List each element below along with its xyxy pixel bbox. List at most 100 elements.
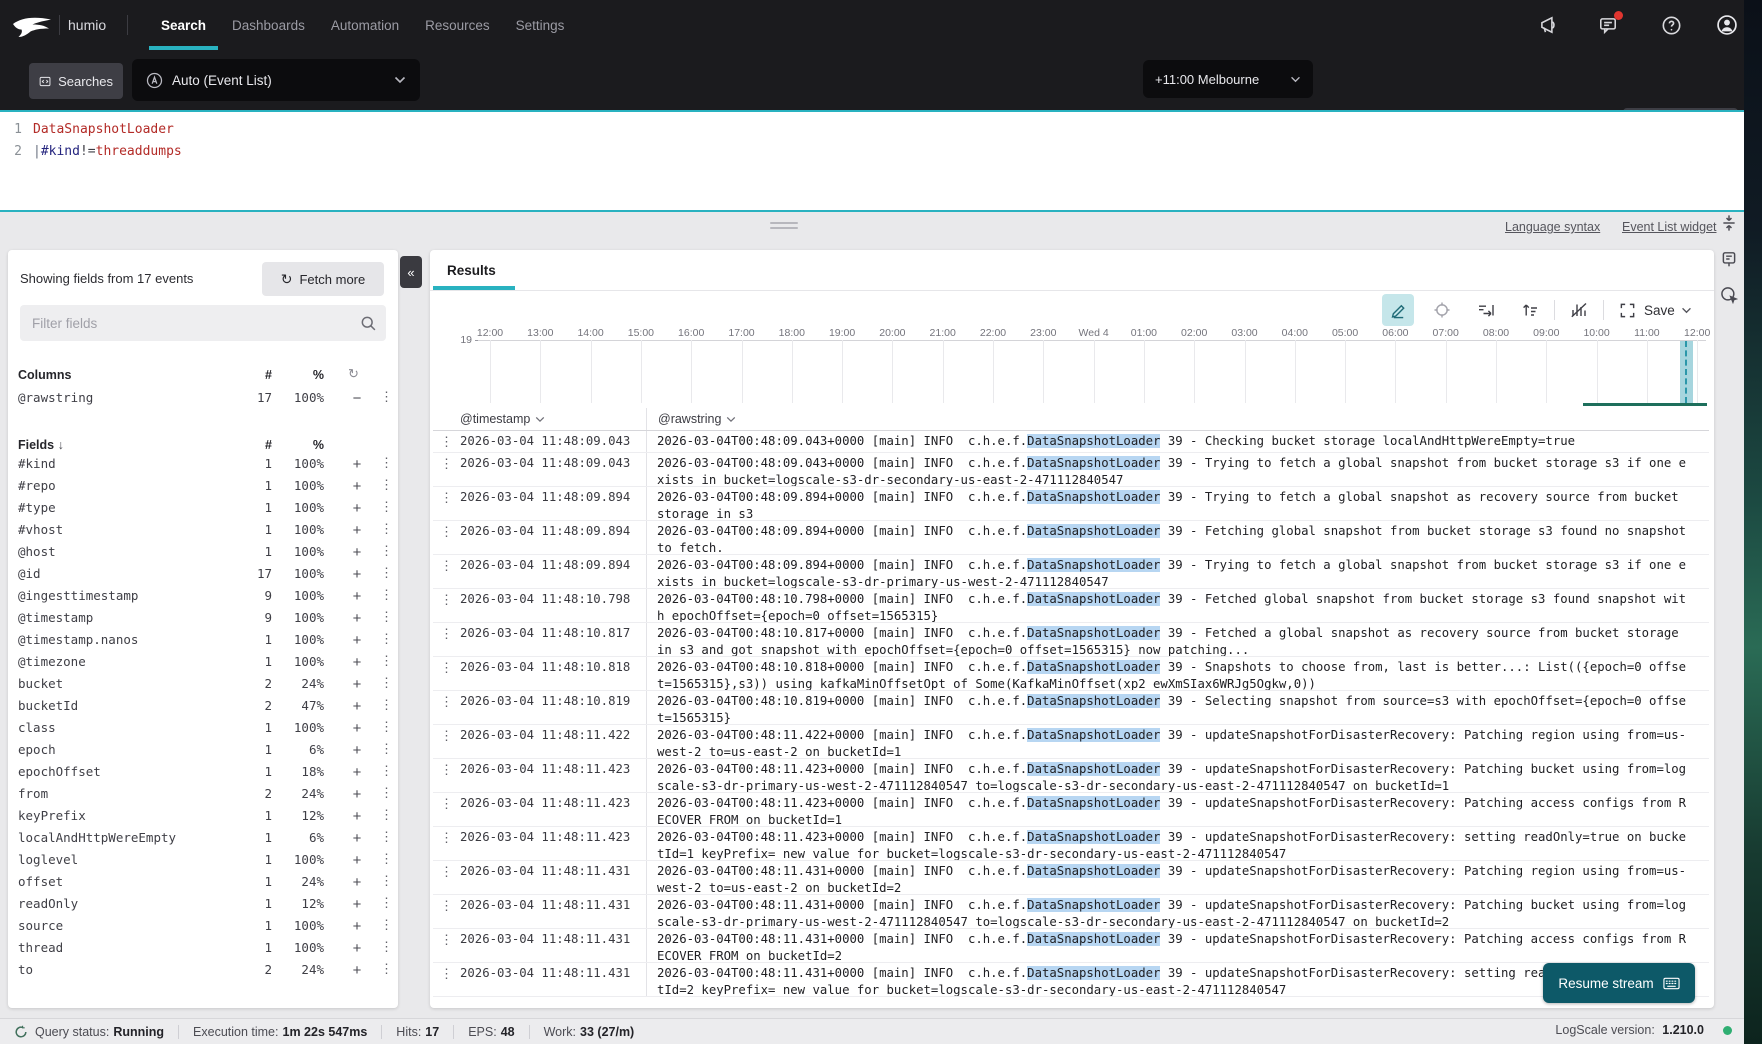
- crosshair-button[interactable]: [1426, 294, 1458, 326]
- field-row[interactable]: @timestamp.nanos1100%+⋮: [18, 632, 388, 652]
- rawstring-column-header[interactable]: @rawstring: [646, 408, 1709, 430]
- add-column-icon[interactable]: +: [350, 610, 364, 628]
- widget-panel-icon[interactable]: [1720, 250, 1738, 268]
- row-menu-icon[interactable]: ⋮: [433, 623, 460, 656]
- add-column-icon[interactable]: +: [350, 918, 364, 936]
- collapse-panel-icon[interactable]: [1720, 214, 1738, 232]
- row-menu-icon[interactable]: ⋮: [433, 725, 460, 758]
- annotate-button[interactable]: [1382, 294, 1414, 326]
- help-icon[interactable]: [1660, 14, 1682, 36]
- field-menu-icon[interactable]: ⋮: [380, 962, 390, 977]
- row-menu-icon[interactable]: ⋮: [433, 521, 460, 554]
- add-column-icon[interactable]: +: [350, 544, 364, 562]
- field-row[interactable]: thread1100%+⋮: [18, 940, 388, 960]
- row-menu-icon[interactable]: ⋮: [433, 589, 460, 622]
- add-column-icon[interactable]: +: [350, 478, 364, 496]
- field-menu-icon[interactable]: ⋮: [380, 522, 390, 537]
- add-column-icon[interactable]: +: [350, 962, 364, 980]
- add-column-icon[interactable]: +: [350, 632, 364, 650]
- tab-settings[interactable]: Settings: [516, 0, 565, 50]
- field-menu-icon[interactable]: ⋮: [380, 676, 390, 691]
- field-menu-icon[interactable]: ⋮: [380, 874, 390, 889]
- log-event-row[interactable]: ⋮2026-03-04 11:48:11.4232026-03-04T00:48…: [433, 759, 1709, 793]
- add-column-icon[interactable]: +: [350, 456, 364, 474]
- query-line[interactable]: 1DataSnapshotLoader: [0, 119, 1744, 141]
- filter-fields-input[interactable]: [20, 305, 386, 341]
- field-row[interactable]: loglevel1100%+⋮: [18, 852, 388, 872]
- language-syntax-link[interactable]: Language syntax: [1505, 220, 1600, 234]
- view-type-dropdown[interactable]: Auto (Event List): [132, 59, 420, 101]
- field-menu-icon[interactable]: ⋮: [380, 654, 390, 669]
- field-row[interactable]: epochOffset118%+⋮: [18, 764, 388, 784]
- add-column-icon[interactable]: +: [350, 588, 364, 606]
- field-row[interactable]: from224%+⋮: [18, 786, 388, 806]
- collapse-sidebar-button[interactable]: «: [400, 256, 422, 288]
- field-menu-icon[interactable]: ⋮: [380, 918, 390, 933]
- row-menu-icon[interactable]: ⋮: [433, 929, 460, 962]
- add-column-icon[interactable]: +: [350, 808, 364, 826]
- add-column-icon[interactable]: +: [350, 786, 364, 804]
- row-menu-icon[interactable]: ⋮: [433, 431, 460, 452]
- add-column-icon[interactable]: +: [350, 764, 364, 782]
- log-event-row[interactable]: ⋮2026-03-04 11:48:11.4232026-03-04T00:48…: [433, 827, 1709, 861]
- field-menu-icon[interactable]: ⋮: [380, 456, 390, 471]
- field-row[interactable]: #type1100%+⋮: [18, 500, 388, 520]
- save-dropdown[interactable]: Save: [1644, 294, 1692, 326]
- log-event-row[interactable]: ⋮2026-03-04 11:48:11.4312026-03-04T00:48…: [433, 963, 1709, 997]
- timezone-dropdown[interactable]: +11:00 Melbourne: [1143, 60, 1313, 98]
- field-menu-icon[interactable]: ⋮: [380, 720, 390, 735]
- log-event-row[interactable]: ⋮2026-03-04 11:48:10.8182026-03-04T00:48…: [433, 657, 1709, 691]
- field-row[interactable]: localAndHttpWereEmpty16%+⋮: [18, 830, 388, 850]
- add-column-icon[interactable]: +: [350, 698, 364, 716]
- resume-stream-button[interactable]: Resume stream: [1543, 963, 1695, 1003]
- field-row[interactable]: bucket224%+⋮: [18, 676, 388, 696]
- field-row[interactable]: #repo1100%+⋮: [18, 478, 388, 498]
- histogram-event-bar[interactable]: [1680, 341, 1693, 403]
- add-column-icon[interactable]: +: [350, 852, 364, 870]
- log-event-row[interactable]: ⋮2026-03-04 11:48:11.4312026-03-04T00:48…: [433, 861, 1709, 895]
- add-column-icon[interactable]: +: [350, 720, 364, 738]
- field-menu-icon[interactable]: ⋮: [380, 940, 390, 955]
- field-row[interactable]: offset124%+⋮: [18, 874, 388, 894]
- tab-results[interactable]: Results: [447, 263, 496, 278]
- field-menu-icon[interactable]: ⋮: [380, 500, 390, 515]
- add-column-icon[interactable]: +: [350, 874, 364, 892]
- field-menu-icon[interactable]: ⋮: [380, 808, 390, 823]
- log-event-row[interactable]: ⋮2026-03-04 11:48:09.8942026-03-04T00:48…: [433, 487, 1709, 521]
- log-event-row[interactable]: ⋮2026-03-04 11:48:11.4312026-03-04T00:48…: [433, 895, 1709, 929]
- query-line[interactable]: 2| #kind != threaddumps: [0, 141, 1744, 163]
- field-menu-icon[interactable]: ⋮: [380, 632, 390, 647]
- add-column-icon[interactable]: +: [350, 896, 364, 914]
- event-list-widget-link[interactable]: Event List widget: [1622, 220, 1717, 234]
- field-row[interactable]: class1100%+⋮: [18, 720, 388, 740]
- field-menu-icon[interactable]: ⋮: [380, 610, 390, 625]
- log-event-row[interactable]: ⋮2026-03-04 11:48:10.7982026-03-04T00:48…: [433, 589, 1709, 623]
- tab-resources[interactable]: Resources: [425, 0, 490, 50]
- fullscreen-button[interactable]: [1611, 294, 1643, 326]
- field-menu-icon[interactable]: ⋮: [380, 786, 390, 801]
- announcements-icon[interactable]: [1537, 14, 1559, 36]
- log-event-row[interactable]: ⋮2026-03-04 11:48:09.0432026-03-04T00:48…: [433, 453, 1709, 487]
- row-menu-icon[interactable]: ⋮: [433, 827, 460, 860]
- add-column-icon[interactable]: +: [350, 676, 364, 694]
- add-column-icon[interactable]: +: [350, 742, 364, 760]
- row-menu-icon[interactable]: ⋮: [433, 555, 460, 588]
- log-event-row[interactable]: ⋮2026-03-04 11:48:09.0432026-03-04T00:48…: [433, 431, 1709, 453]
- fetch-more-button[interactable]: ↻ Fetch more: [262, 262, 384, 296]
- add-column-icon[interactable]: +: [350, 830, 364, 848]
- add-column-icon[interactable]: +: [350, 500, 364, 518]
- row-menu-icon[interactable]: ⋮: [433, 691, 460, 724]
- tab-search[interactable]: Search: [161, 0, 206, 50]
- add-column-icon[interactable]: +: [350, 566, 364, 584]
- panel-resize-handle[interactable]: [770, 222, 798, 232]
- toggle-histogram-button[interactable]: [1563, 294, 1595, 326]
- sort-order-button[interactable]: [1514, 294, 1546, 326]
- row-menu-icon[interactable]: ⋮: [433, 963, 460, 996]
- crowdstrike-falcon-logo-icon[interactable]: [12, 12, 52, 39]
- field-row[interactable]: @timezone1100%+⋮: [18, 654, 388, 674]
- field-menu-icon[interactable]: ⋮: [380, 698, 390, 713]
- field-row[interactable]: @ingesttimestamp9100%+⋮: [18, 588, 388, 608]
- log-event-row[interactable]: ⋮2026-03-04 11:48:09.8942026-03-04T00:48…: [433, 521, 1709, 555]
- field-menu-icon[interactable]: ⋮: [380, 544, 390, 559]
- row-menu-icon[interactable]: ⋮: [433, 453, 460, 486]
